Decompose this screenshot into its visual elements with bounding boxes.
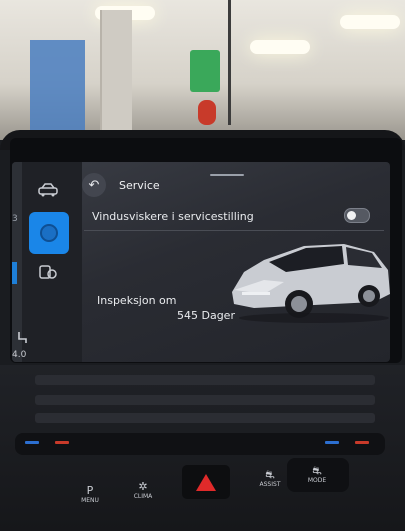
wiper-service-toggle[interactable] — [344, 208, 370, 223]
ceiling-light — [340, 15, 400, 29]
divider — [84, 230, 384, 231]
workshop-background — [0, 0, 405, 140]
wall-panel — [30, 40, 85, 135]
wiper-service-label: Vindusviskere i servicestilling — [92, 210, 254, 223]
air-vent — [35, 395, 375, 405]
bottom-left-value: 4.0 — [12, 350, 27, 360]
temp-right-blue — [325, 441, 339, 444]
climate-slider-bar[interactable] — [15, 433, 385, 455]
sidebar: 3 4.0 — [12, 162, 82, 362]
menu-button[interactable]: P MENU — [70, 477, 110, 511]
menu-label: MENU — [81, 496, 99, 504]
assist-button[interactable]: ⛐ ASSIST — [250, 461, 290, 495]
mode-label: MODE — [307, 476, 327, 484]
air-vent — [35, 375, 375, 385]
temp-left-blue — [25, 441, 39, 444]
toggle-knob — [347, 211, 356, 220]
air-vent — [35, 413, 375, 423]
hazard-icon — [196, 473, 216, 491]
assist-label: ASSIST — [259, 480, 281, 488]
center-console: P MENU ✲ CLIMA ⛐ ASSIST ⛐ MODE — [0, 365, 405, 531]
edge-indicator — [12, 262, 17, 284]
seat-icon[interactable] — [12, 327, 32, 347]
pull-down-handle[interactable] — [210, 174, 244, 176]
mode-button[interactable]: ⛐ MODE — [297, 457, 337, 491]
ceiling-light — [250, 40, 310, 54]
edge-number: 3 — [12, 214, 18, 224]
temp-left-red — [55, 441, 69, 444]
service-icon[interactable] — [35, 262, 61, 282]
infotainment-screen: 3 4.0 ↶ Service Vindusviskere i services… — [12, 162, 390, 362]
hazard-button[interactable] — [182, 465, 230, 499]
assist-icon: ⛐ — [265, 467, 275, 481]
charging-unit — [190, 50, 220, 92]
cable — [228, 0, 231, 125]
column — [100, 10, 132, 130]
red-device — [198, 100, 216, 125]
mode-icon: ⛐ — [312, 463, 322, 477]
clima-icon: ✲ — [138, 479, 148, 493]
vehicle-image — [232, 244, 390, 323]
menu-icon: P — [86, 483, 94, 497]
settings-icon[interactable] — [29, 212, 69, 254]
temp-right-red — [355, 441, 369, 444]
inspection-label: Inspeksjon om — [97, 294, 177, 307]
clima-button[interactable]: ✲ CLIMA — [123, 473, 163, 507]
header: ↶ Service — [82, 172, 160, 198]
back-button[interactable]: ↶ — [82, 173, 106, 197]
page-title: Service — [119, 178, 160, 192]
car-icon[interactable] — [35, 180, 61, 200]
clima-label: CLIMA — [133, 492, 153, 500]
